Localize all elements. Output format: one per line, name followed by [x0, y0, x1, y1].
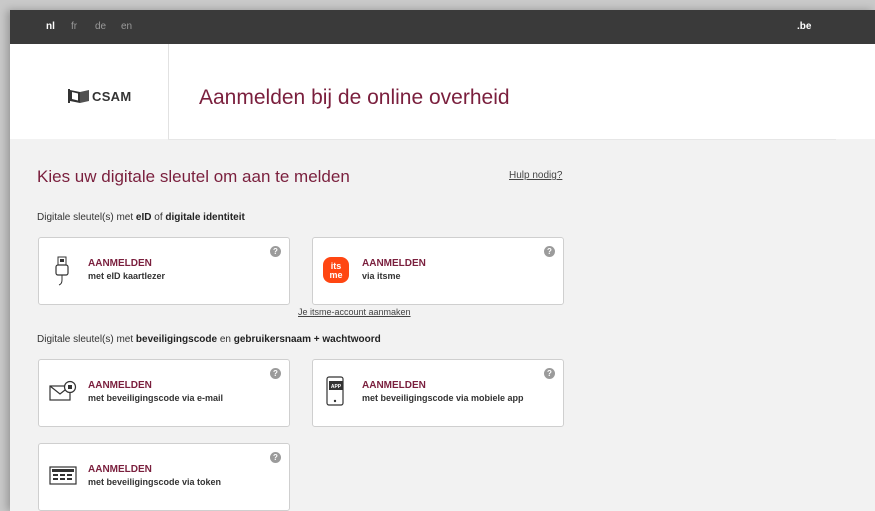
token-card[interactable]: ? AANMELDEN met beveiligingscode via tok…	[38, 443, 290, 511]
card-title: AANMELDEN	[362, 380, 426, 391]
help-icon[interactable]: ?	[270, 368, 281, 379]
main-title: Kies uw digitale sleutel om aan te melde…	[37, 167, 350, 186]
card-subtitle: via itsme	[362, 271, 401, 281]
csam-logo[interactable]: CSAM	[10, 44, 169, 139]
csam-logo-text: CSAM	[92, 89, 132, 104]
card-title: AANMELDEN	[88, 258, 152, 269]
eid-card[interactable]: ? AANMELDEN met eID kaartlezer	[38, 237, 290, 305]
be-logo[interactable]: .be	[797, 21, 811, 32]
top-bar: nl fr de en .be	[10, 10, 875, 44]
lang-de[interactable]: de	[95, 21, 106, 32]
browser-window: nl fr de en .be CSAM Aanmelden bij de on…	[10, 10, 875, 511]
itsme-card[interactable]: ? its me AANMELDEN via itsme	[312, 237, 564, 305]
help-link[interactable]: Hulp nodig?	[509, 170, 562, 181]
card-reader-icon	[49, 256, 75, 286]
card-subtitle: met beveiligingscode via token	[88, 477, 222, 487]
help-icon[interactable]: ?	[270, 452, 281, 463]
card-subtitle: met beveiligingscode via mobiele app	[362, 393, 524, 403]
mobile-app-icon: APP	[325, 376, 351, 406]
header-divider	[168, 139, 836, 140]
help-icon[interactable]: ?	[544, 368, 555, 379]
itsme-logo-icon: its me	[323, 257, 349, 287]
page-title: Aanmelden bij de online overheid	[199, 86, 510, 109]
app-card[interactable]: ? APP AANMELDEN met beveiligingscode via…	[312, 359, 564, 427]
card-title: AANMELDEN	[88, 380, 152, 391]
section-eid-label: Digitale sleutel(s) met eID of digitale …	[37, 212, 245, 223]
card-subtitle: met eID kaartlezer	[88, 271, 166, 281]
lang-en[interactable]: en	[121, 21, 132, 32]
itsme-account-link[interactable]: Je itsme-account aanmaken	[298, 307, 411, 317]
lang-fr[interactable]: fr	[71, 21, 77, 32]
svg-text:APP: APP	[331, 384, 342, 390]
lang-nl[interactable]: nl	[46, 21, 55, 32]
svg-text:me: me	[329, 270, 342, 280]
help-icon[interactable]: ?	[544, 246, 555, 257]
header: CSAM Aanmelden bij de online overheid	[10, 44, 875, 140]
card-title: AANMELDEN	[88, 464, 152, 475]
email-card[interactable]: ? AANMELDEN met beveiligingscode via e-m…	[38, 359, 290, 427]
help-icon[interactable]: ?	[270, 246, 281, 257]
card-subtitle: met beveiligingscode via e-mail	[88, 393, 224, 403]
card-title: AANMELDEN	[362, 258, 426, 269]
csam-flag-icon	[68, 89, 90, 108]
email-code-icon	[49, 380, 77, 410]
section-code-label: Digitale sleutel(s) met beveiligingscode…	[37, 334, 381, 345]
token-card-icon	[49, 466, 77, 496]
